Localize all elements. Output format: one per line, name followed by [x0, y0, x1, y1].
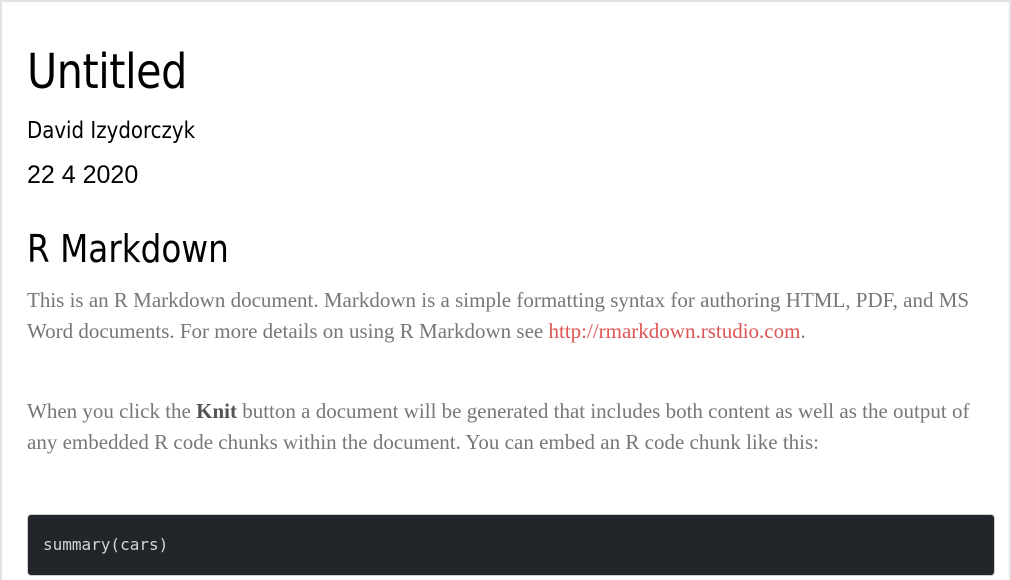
- paragraph-intro-end: .: [800, 319, 806, 343]
- document-author: David Izydorczyk: [27, 118, 196, 144]
- paragraph-knit: When you click the Knit button a documen…: [27, 396, 995, 458]
- paragraph-intro-text: This is an R Markdown document. Markdown…: [27, 288, 970, 343]
- code-text: summary(cars): [43, 535, 169, 554]
- knit-bold-text: Knit: [196, 399, 237, 423]
- section-heading: R Markdown: [27, 227, 229, 271]
- paragraph-knit-text-start: When you click the: [27, 399, 197, 423]
- document-title: Untitled: [27, 44, 187, 100]
- document-date: 22 4 2020: [27, 161, 139, 189]
- document-page: Untitled David Izydorczyk 22 4 2020 R Ma…: [0, 0, 1011, 580]
- paragraph-intro: This is an R Markdown document. Markdown…: [27, 285, 995, 347]
- code-chunk[interactable]: summary(cars): [27, 514, 995, 576]
- rmarkdown-link[interactable]: http://rmarkdown.rstudio.com: [548, 319, 800, 343]
